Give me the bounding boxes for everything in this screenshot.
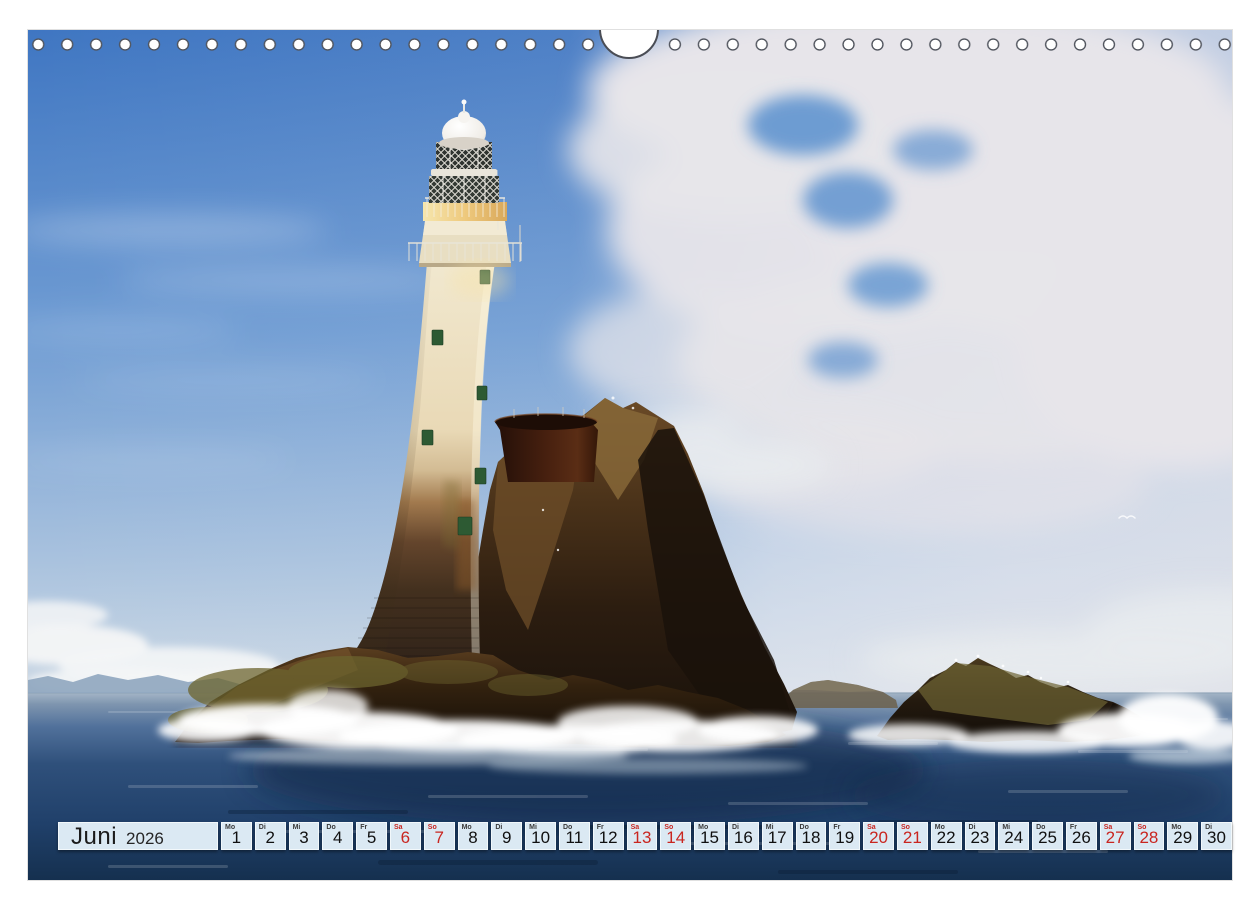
day-cell: Di 30 bbox=[1201, 822, 1232, 850]
lighthouse-scene bbox=[28, 30, 1232, 880]
lantern-room bbox=[429, 142, 499, 203]
day-number: 21 bbox=[898, 828, 927, 848]
day-number: 22 bbox=[932, 828, 961, 848]
day-cell: Fr 12 bbox=[593, 822, 624, 850]
day-cell: Mi 3 bbox=[289, 822, 320, 850]
day-number: 11 bbox=[560, 828, 589, 848]
day-number: 19 bbox=[830, 828, 859, 848]
calendar-photo bbox=[28, 30, 1232, 880]
gallery-railing bbox=[408, 243, 522, 261]
day-cell: Mi 24 bbox=[998, 822, 1029, 850]
day-cell: Di 9 bbox=[491, 822, 522, 850]
day-cell: So 7 bbox=[424, 822, 455, 850]
day-cell: Fr 26 bbox=[1066, 822, 1097, 850]
day-number: 2 bbox=[256, 828, 285, 848]
day-number: 29 bbox=[1168, 828, 1197, 848]
day-number: 1 bbox=[222, 828, 251, 848]
day-number: 18 bbox=[797, 828, 826, 848]
day-number: 8 bbox=[459, 828, 488, 848]
day-number: 25 bbox=[1033, 828, 1062, 848]
day-cell: Sa 20 bbox=[863, 822, 894, 850]
day-cell: Mo 8 bbox=[458, 822, 489, 850]
day-cell: Mi 17 bbox=[762, 822, 793, 850]
day-number: 23 bbox=[966, 828, 995, 848]
day-number: 12 bbox=[594, 828, 623, 848]
day-number: 9 bbox=[492, 828, 521, 848]
day-number: 24 bbox=[999, 828, 1028, 848]
day-cell: So 14 bbox=[660, 822, 691, 850]
day-number: 5 bbox=[357, 828, 386, 848]
day-cell: Mo 15 bbox=[694, 822, 725, 850]
day-number: 13 bbox=[628, 828, 657, 848]
month-label: Juni bbox=[71, 824, 117, 850]
day-number: 10 bbox=[526, 828, 555, 848]
day-number: 20 bbox=[864, 828, 893, 848]
day-cell: Di 2 bbox=[255, 822, 286, 850]
day-cell: So 28 bbox=[1134, 822, 1165, 850]
day-number: 3 bbox=[290, 828, 319, 848]
old-tower-stump bbox=[495, 407, 598, 482]
day-cell: Do 25 bbox=[1032, 822, 1063, 850]
day-cell: Sa 13 bbox=[627, 822, 658, 850]
day-cell: Di 23 bbox=[965, 822, 996, 850]
day-cell: Di 16 bbox=[728, 822, 759, 850]
day-cell: Sa 6 bbox=[390, 822, 421, 850]
day-number: 14 bbox=[661, 828, 690, 848]
month-box: Juni 2026 bbox=[58, 822, 218, 850]
day-number: 27 bbox=[1101, 828, 1130, 848]
day-cell: So 21 bbox=[897, 822, 928, 850]
year-label: 2026 bbox=[126, 829, 164, 849]
day-cell: Mo 22 bbox=[931, 822, 962, 850]
day-number: 6 bbox=[391, 828, 420, 848]
day-number: 15 bbox=[695, 828, 724, 848]
day-cell: Mo 1 bbox=[221, 822, 252, 850]
day-cell: Do 4 bbox=[322, 822, 353, 850]
day-number: 17 bbox=[763, 828, 792, 848]
day-number: 28 bbox=[1135, 828, 1164, 848]
day-number: 26 bbox=[1067, 828, 1096, 848]
day-cell: Fr 5 bbox=[356, 822, 387, 850]
calendar-strip: Juni 2026 Mo 1 Di 2 Mi 3 Do 4 Fr 5 Sa 6 bbox=[58, 822, 1232, 850]
day-cell: Do 18 bbox=[796, 822, 827, 850]
day-number: 4 bbox=[323, 828, 352, 848]
day-cell: Mo 29 bbox=[1167, 822, 1198, 850]
day-number: 30 bbox=[1202, 828, 1231, 848]
day-cell: Fr 19 bbox=[829, 822, 860, 850]
calendar-page: Juni 2026 Mo 1 Di 2 Mi 3 Do 4 Fr 5 Sa 6 bbox=[0, 0, 1260, 908]
day-cell: Sa 27 bbox=[1100, 822, 1131, 850]
day-cell: Do 11 bbox=[559, 822, 590, 850]
day-number: 16 bbox=[729, 828, 758, 848]
day-cell: Mi 10 bbox=[525, 822, 556, 850]
day-number: 7 bbox=[425, 828, 454, 848]
